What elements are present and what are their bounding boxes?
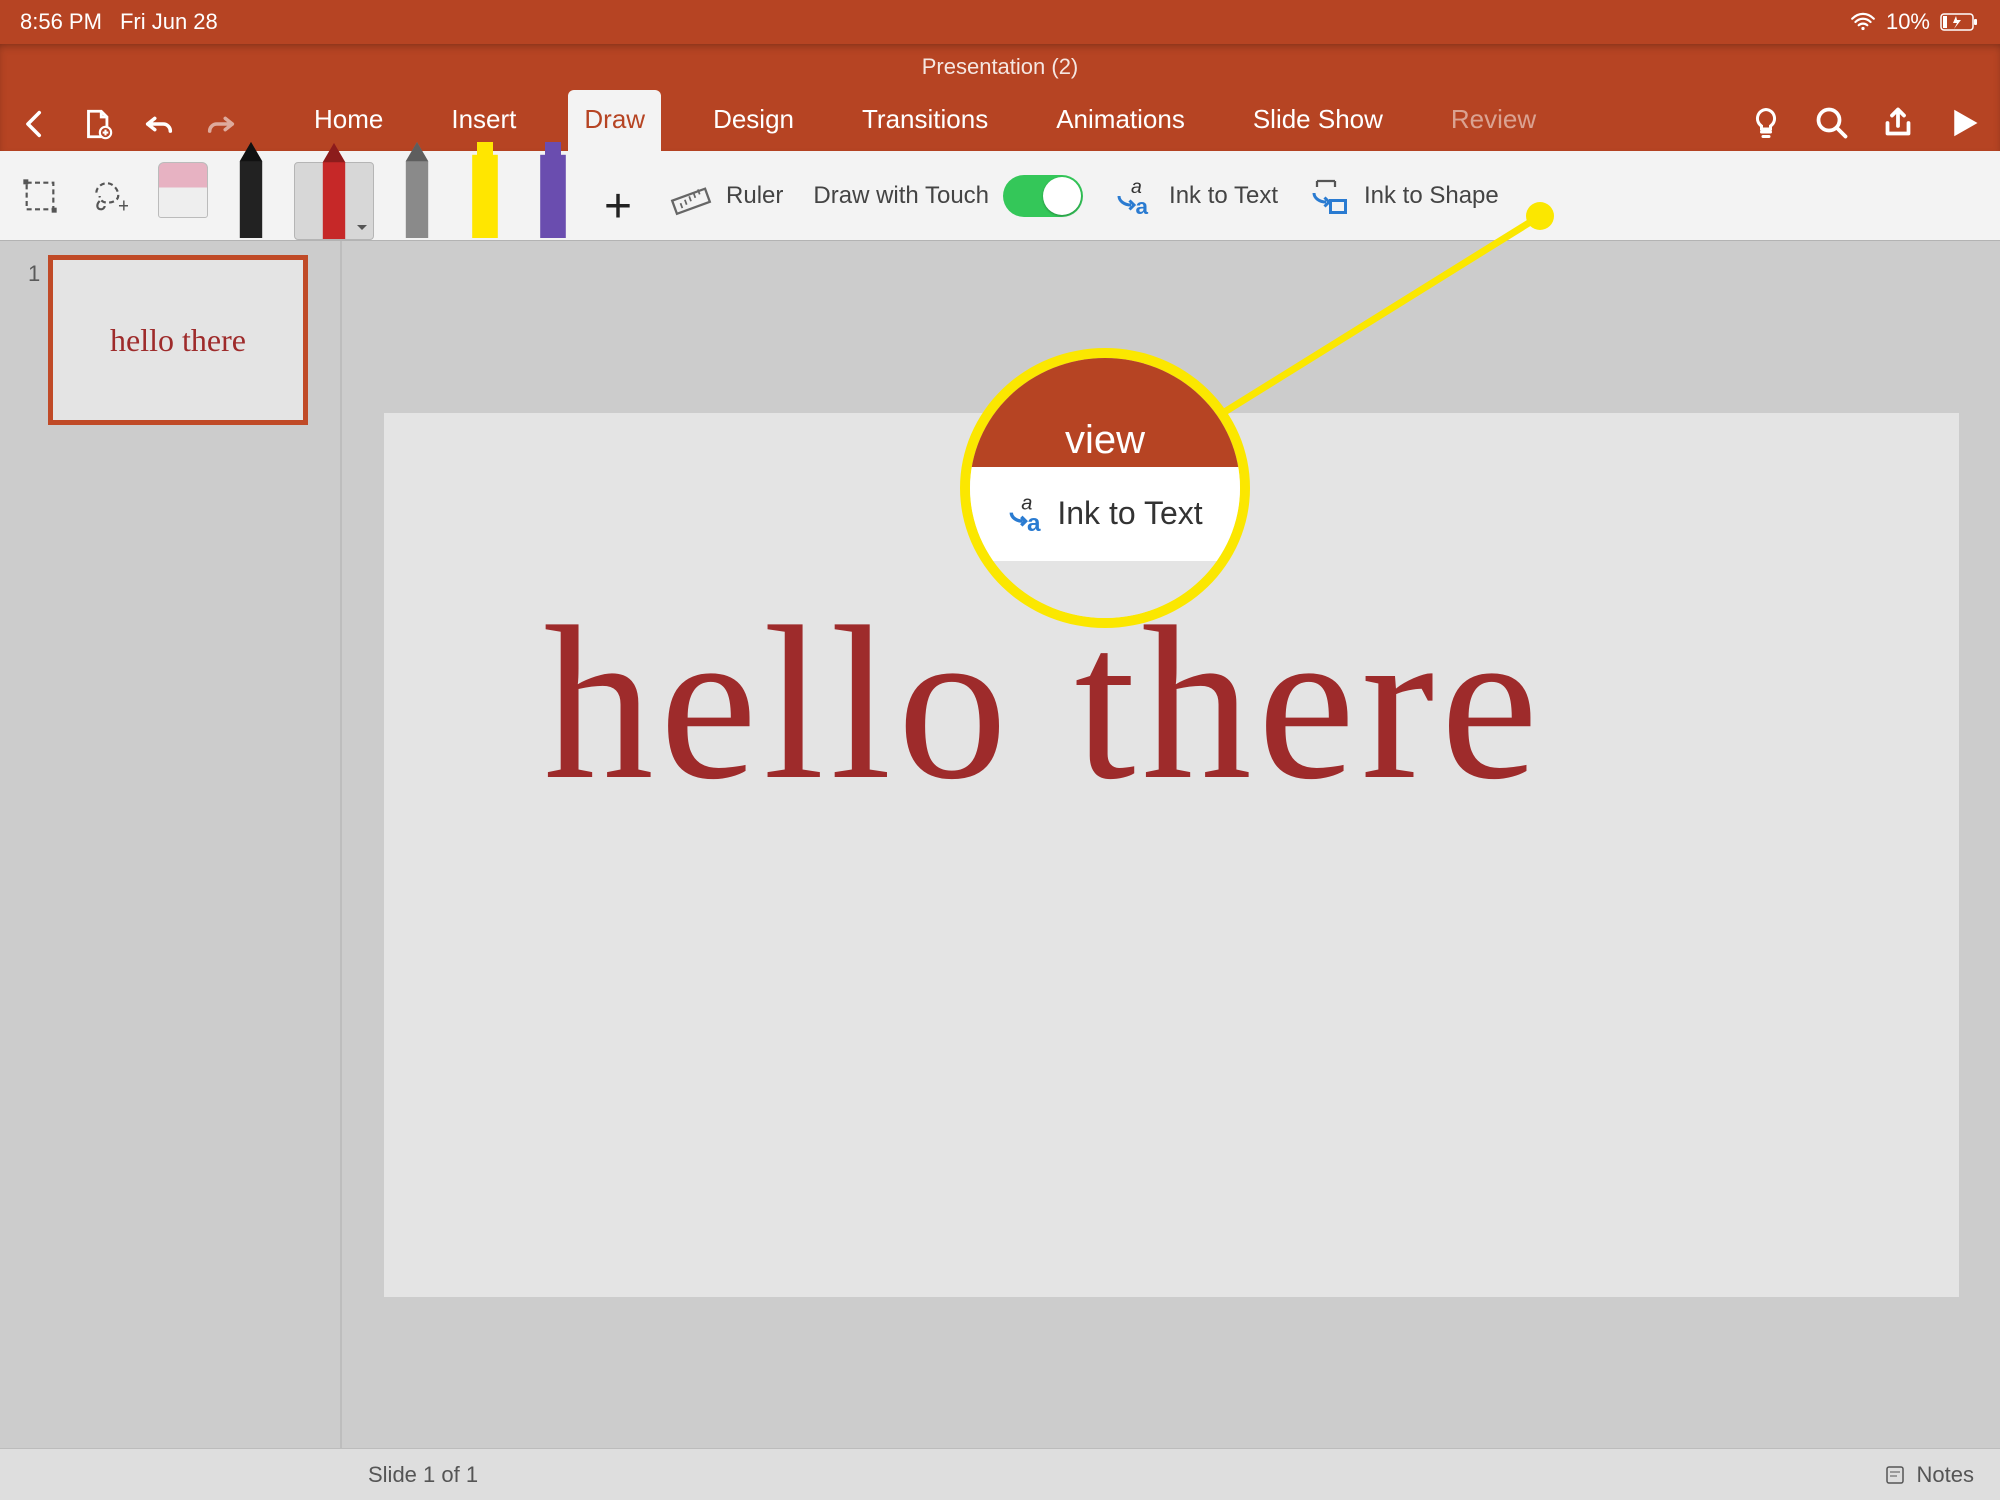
pen-red[interactable] [294,162,374,240]
pencil-gray[interactable] [392,162,442,240]
share-icon[interactable] [1880,105,1916,141]
add-pen-button[interactable]: + [596,179,640,234]
slide-thumbnail[interactable]: 1 hello there [14,255,326,425]
tab-home[interactable]: Home [298,90,399,151]
wifi-icon [1850,12,1876,32]
battery-charging-icon [1940,12,1980,32]
highlighter-yellow[interactable] [460,162,510,240]
ink-to-shape-icon [1308,175,1350,217]
notes-label: Notes [1917,1462,1974,1488]
status-battery-pct: 10% [1886,9,1930,35]
svg-text:a: a [1136,194,1149,217]
tab-slide-show[interactable]: Slide Show [1237,90,1399,151]
lasso-select-button[interactable]: + [88,176,128,216]
thumbnail-index: 1 [28,261,40,287]
tab-animations[interactable]: Animations [1040,90,1201,151]
ink-to-shape-label: Ink to Shape [1364,182,1499,210]
slide-handwriting: hello there [544,593,1545,813]
draw-ribbon-toolbar: + + Ruler Draw with Touch [0,151,2000,241]
ink-to-text-button[interactable]: a a Ink to Text [1113,175,1278,217]
pen-black[interactable] [226,162,276,240]
app-header: Presentation (2) Home Insert Draw Design… [0,44,2000,151]
highlighter-purple[interactable] [528,162,578,240]
eraser-tool[interactable] [158,162,208,240]
ink-to-text-label: Ink to Text [1169,182,1278,210]
status-time: 8:56 PM [20,9,102,35]
marquee-select-button[interactable] [20,176,60,216]
svg-text:+: + [118,195,128,215]
file-actions-icon[interactable] [80,107,114,141]
draw-with-touch-switch[interactable] [1003,175,1083,217]
redo-icon[interactable] [204,107,238,141]
thumbnail-panel[interactable]: 1 hello there [0,241,342,1448]
slide-canvas[interactable]: hello there [384,413,1959,1297]
tab-draw[interactable]: Draw [568,90,661,151]
search-icon[interactable] [1814,105,1850,141]
tab-transitions[interactable]: Transitions [846,90,1004,151]
slide-counter: Slide 1 of 1 [368,1462,478,1488]
ink-to-text-icon: a a [1113,175,1155,217]
ruler-label: Ruler [726,182,783,210]
notes-icon [1883,1463,1907,1487]
tab-review[interactable]: Review [1435,90,1552,151]
pen-tray: + [158,151,640,240]
ink-to-shape-button[interactable]: Ink to Shape [1308,175,1499,217]
ruler-button[interactable]: Ruler [670,175,783,217]
back-icon[interactable] [18,107,52,141]
document-title: Presentation (2) [922,54,1079,80]
present-icon[interactable] [1946,105,1982,141]
thumbnail-handwriting: hello there [110,322,246,359]
status-date: Fri Jun 28 [120,9,218,35]
thumbnail-frame[interactable]: hello there [48,255,308,425]
draw-with-touch-label: Draw with Touch [813,182,989,210]
ipad-status-bar: 8:56 PM Fri Jun 28 10% [0,0,2000,44]
slide-stage[interactable]: hello there [342,241,2000,1448]
status-footer: Slide 1 of 1 Notes [0,1448,2000,1500]
workspace: 1 hello there hello there [0,241,2000,1448]
draw-with-touch-toggle[interactable]: Draw with Touch [813,175,1083,217]
undo-icon[interactable] [142,107,176,141]
notes-button[interactable]: Notes [1883,1462,1974,1488]
tell-me-icon[interactable] [1748,105,1784,141]
tab-design[interactable]: Design [697,90,810,151]
